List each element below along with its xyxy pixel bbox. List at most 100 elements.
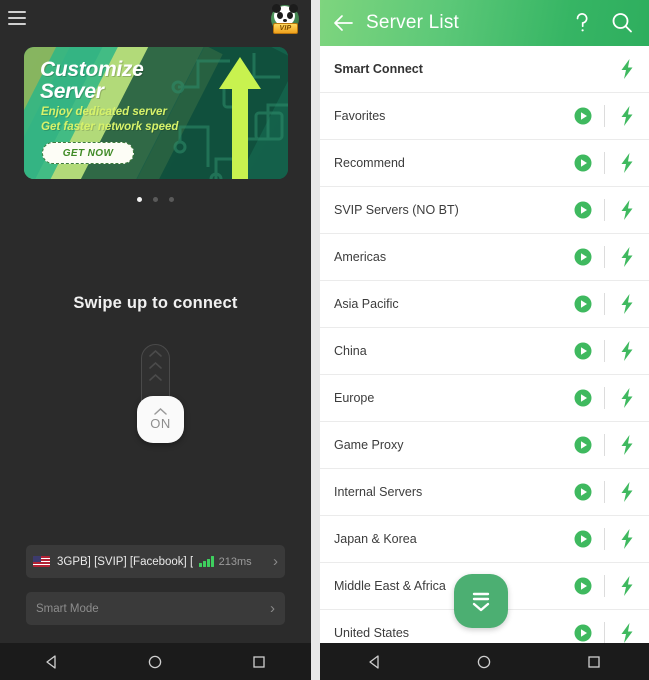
server-list-row-label: United States bbox=[334, 626, 410, 640]
back-triangle-icon[interactable] bbox=[44, 654, 60, 670]
play-glyph bbox=[574, 389, 592, 407]
server-list-row-label: Americas bbox=[334, 250, 387, 264]
ping-value: 213ms bbox=[218, 555, 252, 568]
play-icon[interactable] bbox=[562, 153, 604, 173]
chevron-right-icon: › bbox=[273, 553, 278, 570]
carousel-dots[interactable] bbox=[0, 197, 311, 202]
carousel-dot-2[interactable] bbox=[153, 197, 158, 202]
lightning-bolt-icon[interactable] bbox=[605, 481, 649, 503]
promo-banner[interactable]: Customize Server Enjoy dedicated server … bbox=[24, 47, 288, 179]
server-list-row-label: Recommend bbox=[334, 156, 405, 170]
server-list-row[interactable]: Smart Connect bbox=[320, 46, 649, 93]
recents-square-icon[interactable] bbox=[251, 654, 267, 670]
play-icon[interactable] bbox=[562, 294, 604, 314]
smart-mode-label: Smart Mode bbox=[36, 602, 99, 615]
question-mark-icon[interactable] bbox=[565, 6, 599, 40]
lightning-bolt-icon[interactable] bbox=[605, 622, 649, 644]
lightning-bolt-icon[interactable] bbox=[605, 575, 649, 597]
play-icon[interactable] bbox=[562, 482, 604, 502]
selected-server-bar[interactable]: 3GPB] [SVIP] [Facebook] [ 213ms › bbox=[26, 545, 285, 578]
play-glyph bbox=[574, 107, 592, 125]
home-circle-icon[interactable] bbox=[147, 654, 163, 670]
server-list-screen: Server List Smart Connect Favorites Recomm… bbox=[320, 0, 649, 680]
lightning-bolt-icon[interactable] bbox=[605, 152, 649, 174]
top-bar: VIP bbox=[0, 0, 311, 40]
server-list-row[interactable]: Game Proxy bbox=[320, 422, 649, 469]
server-list-row[interactable]: Asia Pacific bbox=[320, 281, 649, 328]
collapse-all-down-icon[interactable] bbox=[454, 574, 508, 628]
connect-on-button[interactable]: ON bbox=[137, 396, 184, 443]
recents-square-icon[interactable] bbox=[586, 654, 602, 670]
play-icon[interactable] bbox=[562, 623, 604, 643]
search-icon[interactable] bbox=[605, 6, 639, 40]
lightning-bolt-icon[interactable] bbox=[605, 340, 649, 362]
lightning-bolt-icon[interactable] bbox=[605, 199, 649, 221]
arrow-left-icon[interactable] bbox=[320, 14, 366, 32]
play-glyph bbox=[574, 295, 592, 313]
banner-sub-line1: Enjoy dedicated server bbox=[41, 106, 167, 118]
chevron-up-icon bbox=[149, 374, 162, 381]
play-icon[interactable] bbox=[562, 576, 604, 596]
server-list-row-label: SVIP Servers (NO BT) bbox=[334, 203, 459, 217]
server-list-row[interactable]: Japan & Korea bbox=[320, 516, 649, 563]
play-icon[interactable] bbox=[562, 388, 604, 408]
hamburger-menu-icon[interactable] bbox=[8, 11, 26, 25]
bolt-glyph bbox=[621, 341, 633, 361]
banner-title: Customize Server bbox=[40, 59, 144, 103]
play-icon[interactable] bbox=[562, 200, 604, 220]
panda-avatar-icon[interactable]: VIP bbox=[269, 3, 301, 35]
lightning-bolt-icon[interactable] bbox=[605, 105, 649, 127]
lightning-bolt-icon[interactable] bbox=[605, 58, 649, 80]
play-icon[interactable] bbox=[562, 529, 604, 549]
chevron-up-icon bbox=[149, 350, 162, 357]
server-list-row[interactable]: SVIP Servers (NO BT) bbox=[320, 187, 649, 234]
android-nav-bar-right bbox=[320, 643, 649, 680]
server-list-header: Server List bbox=[320, 0, 649, 46]
collapse-all-glyph bbox=[472, 592, 490, 612]
lightning-bolt-icon[interactable] bbox=[605, 246, 649, 268]
panda-eye-left bbox=[277, 12, 283, 19]
home-circle-icon[interactable] bbox=[476, 654, 492, 670]
connect-on-label: ON bbox=[150, 416, 171, 431]
bolt-glyph bbox=[621, 623, 633, 643]
banner-subtitle: Enjoy dedicated server Get faster networ… bbox=[41, 105, 178, 135]
up-arrow-icon bbox=[219, 57, 261, 179]
get-now-button[interactable]: GET NOW bbox=[42, 142, 134, 164]
server-list-row-label: Asia Pacific bbox=[334, 297, 399, 311]
server-list-row[interactable]: Internal Servers bbox=[320, 469, 649, 516]
play-icon[interactable] bbox=[562, 341, 604, 361]
carousel-dot-3[interactable] bbox=[169, 197, 174, 202]
smart-mode-bar[interactable]: Smart Mode › bbox=[26, 592, 285, 625]
play-icon[interactable] bbox=[562, 106, 604, 126]
row-action-icons bbox=[562, 328, 649, 374]
lightning-bolt-icon[interactable] bbox=[605, 387, 649, 409]
bolt-glyph bbox=[621, 59, 633, 79]
server-list-row[interactable]: Europe bbox=[320, 375, 649, 422]
panda-eye-right bbox=[287, 12, 293, 19]
back-triangle-icon[interactable] bbox=[367, 654, 383, 670]
server-list-row-label: Middle East & Africa bbox=[334, 579, 446, 593]
row-action-icons bbox=[562, 281, 649, 327]
play-glyph bbox=[574, 624, 592, 642]
server-list-row[interactable]: Favorites bbox=[320, 93, 649, 140]
bolt-glyph bbox=[621, 106, 633, 126]
lightning-bolt-icon[interactable] bbox=[605, 528, 649, 550]
signal-bars-icon bbox=[199, 556, 214, 567]
chevron-right-icon: › bbox=[270, 600, 275, 617]
row-action-icons bbox=[562, 422, 649, 468]
play-icon[interactable] bbox=[562, 435, 604, 455]
lightning-bolt-icon[interactable] bbox=[605, 293, 649, 315]
lightning-bolt-icon[interactable] bbox=[605, 434, 649, 456]
server-list-row[interactable]: Recommend bbox=[320, 140, 649, 187]
connect-slider[interactable]: ON bbox=[137, 344, 184, 444]
play-icon[interactable] bbox=[562, 247, 604, 267]
play-glyph bbox=[574, 483, 592, 501]
carousel-dot-1[interactable] bbox=[137, 197, 142, 202]
selected-server-name: 3GPB] [SVIP] [Facebook] [ bbox=[57, 555, 194, 568]
server-list-row-label: Smart Connect bbox=[334, 62, 423, 76]
row-action-icons bbox=[562, 140, 649, 186]
server-list-row[interactable]: Americas bbox=[320, 234, 649, 281]
server-list-row[interactable]: China bbox=[320, 328, 649, 375]
android-nav-bar-left bbox=[0, 643, 311, 680]
slider-chevrons bbox=[137, 350, 174, 386]
